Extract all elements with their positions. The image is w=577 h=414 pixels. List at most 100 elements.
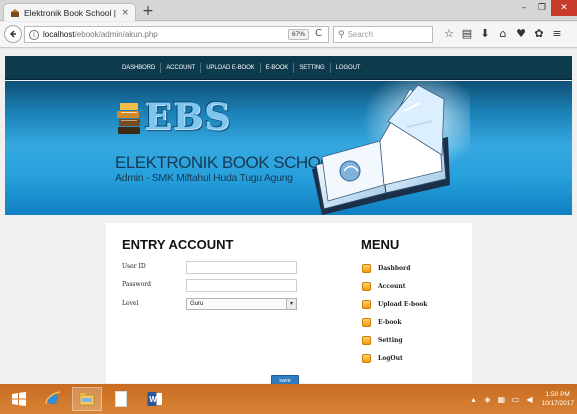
taskbar-ie[interactable] (38, 387, 68, 411)
menu-item-setting[interactable]: Setting (362, 335, 403, 346)
menu-item-label: Upload E-book (378, 300, 428, 308)
taskbar: W ▴ ◈ ▦ ▭ ◀ 1:50 PM 10/17/2017 (0, 384, 577, 414)
windows-logo-icon (12, 392, 26, 406)
logo-text: EBS (144, 96, 231, 138)
user-id-label: User ID (122, 263, 146, 270)
nav-ebook[interactable]: E-BOOK (259, 63, 294, 73)
level-label: Level (122, 300, 139, 307)
password-row: Password (122, 279, 302, 293)
browser-toolbar-icons: ☆ ▤ ⬇ ⌂ ♥ ✿ ≡ (442, 27, 564, 41)
menu-item-account[interactable]: Account (362, 281, 405, 292)
reading-list-icon[interactable]: ▤ (460, 27, 474, 41)
window-close-button[interactable]: ✕ (551, 0, 577, 16)
user-id-row: User ID (122, 261, 302, 275)
nav-upload-ebook[interactable]: UPLOAD E-BOOK (200, 63, 259, 73)
menu-bullet-icon (362, 264, 371, 273)
url-bar[interactable]: i localhost/ebook/admin/akun.php (24, 26, 329, 43)
page-viewport: DASHBORD ACCOUNT UPLOAD E-BOOK E-BOOK SE… (0, 49, 577, 384)
back-arrow-icon (9, 30, 16, 38)
url-path: /ebook/admin/akun.php (74, 30, 158, 39)
url-text: localhost/ebook/admin/akun.php (43, 30, 158, 39)
level-select[interactable]: Guru ▾ (186, 298, 297, 310)
menu-item-dashbord[interactable]: Dashbord (362, 263, 410, 274)
user-id-input[interactable] (186, 261, 297, 274)
entry-account-title: ENTRY ACCOUNT (122, 237, 234, 252)
search-placeholder: Search (347, 30, 373, 39)
password-label: Password (122, 281, 151, 288)
document-icon (115, 391, 127, 407)
menu-item-label: Setting (378, 336, 403, 344)
nav-logout[interactable]: LOGOUT (329, 63, 366, 73)
menu-bullet-icon (362, 318, 371, 327)
site-nav: DASHBORD ACCOUNT UPLOAD E-BOOK E-BOOK SE… (5, 56, 572, 80)
tray-volume-icon[interactable]: ◀ (524, 395, 534, 404)
browser-tab-strip: Elektronik Book School | e-b × + – ❐ ✕ (0, 0, 577, 21)
browser-tab[interactable]: Elektronik Book School | e-b × (3, 3, 136, 21)
window-minimize-button[interactable]: – (515, 0, 533, 16)
tray-battery-icon[interactable]: ▭ (510, 395, 520, 404)
tray-network-icon[interactable]: ▦ (496, 395, 506, 404)
nav-setting[interactable]: SETTING (293, 63, 329, 73)
home-icon[interactable]: ⌂ (496, 27, 510, 41)
taskbar-clock[interactable]: 1:50 PM 10/17/2017 (541, 390, 574, 408)
tab-close-icon[interactable]: × (121, 8, 129, 18)
url-host: localhost (43, 30, 75, 39)
search-icon: ⚲ (338, 29, 345, 40)
pocket-icon[interactable]: ♥ (514, 27, 528, 41)
menu-bullet-icon (362, 300, 371, 309)
menu-bullet-icon (362, 282, 371, 291)
nav-account[interactable]: ACCOUNT (160, 63, 200, 73)
taskbar-word[interactable]: W (140, 387, 170, 411)
bookmark-star-icon[interactable]: ☆ (442, 27, 456, 41)
browser-navbar: i localhost/ebook/admin/akun.php 67% C ⚲… (0, 22, 577, 48)
zoom-indicator[interactable]: 67% (288, 29, 310, 40)
svg-text:W: W (149, 395, 157, 404)
level-selected-value: Guru (190, 301, 204, 307)
tray-shield-icon[interactable]: ◈ (482, 395, 492, 404)
window-controls: – ❐ ✕ (515, 0, 577, 16)
nav-dashbord[interactable]: DASHBORD (117, 63, 160, 73)
brand-subtitle: Admin - SMK Miftahul Huda Tugu Agung (115, 172, 293, 184)
clock-date: 10/17/2017 (541, 400, 574, 407)
extension-icon[interactable]: ✿ (532, 27, 546, 41)
open-book-illustration (312, 81, 470, 215)
reload-icon[interactable]: C (315, 28, 322, 39)
tab-title: Elektronik Book School | e-b (24, 7, 117, 18)
book-stack-icon (117, 103, 140, 134)
menu-hamburger-icon[interactable]: ≡ (550, 27, 564, 41)
menu-item-upload-ebook[interactable]: Upload E-book (362, 299, 427, 310)
password-input[interactable] (186, 279, 297, 292)
site-logo: EBS (116, 95, 236, 143)
taskbar-document[interactable] (106, 387, 136, 411)
menu-item-label: Dashbord (378, 264, 411, 272)
menu-bullet-icon (362, 336, 371, 345)
search-input[interactable]: ⚲ Search (333, 26, 433, 43)
new-tab-button[interactable]: + (140, 3, 156, 19)
word-icon: W (147, 392, 162, 406)
internet-explorer-icon (45, 391, 61, 405)
file-explorer-icon (79, 393, 95, 406)
info-icon[interactable]: i (29, 29, 39, 40)
menu-item-logout[interactable]: LogOut (362, 353, 403, 364)
menu-item-label: LogOut (378, 354, 403, 362)
screen: Elektronik Book School | e-b × + – ❐ ✕ i… (0, 0, 577, 414)
clock-time: 1:50 PM (545, 391, 570, 398)
content-panel: ENTRY ACCOUNT User ID Password Level Gur… (106, 223, 472, 384)
menu-title: MENU (361, 237, 400, 252)
taskbar-file-explorer[interactable] (72, 387, 102, 411)
back-button[interactable] (4, 25, 22, 43)
download-icon[interactable]: ⬇ (478, 27, 492, 41)
start-button[interactable] (4, 387, 34, 411)
site-nav-items: DASHBORD ACCOUNT UPLOAD E-BOOK E-BOOK SE… (117, 56, 365, 80)
chevron-down-icon: ▾ (286, 299, 296, 309)
menu-bullet-icon (362, 354, 371, 363)
menu-item-label: Account (378, 282, 406, 290)
level-row: Level Guru ▾ (122, 298, 302, 312)
system-tray: ▴ ◈ ▦ ▭ ◀ 1:50 PM 10/17/2017 (468, 388, 574, 410)
menu-item-ebook[interactable]: E-book (362, 317, 402, 328)
save-button[interactable]: save (271, 375, 299, 384)
menu-item-label: E-book (378, 318, 402, 326)
window-maximize-button[interactable]: ❐ (533, 0, 551, 16)
site-banner: EBS ELEKTRONIK BOOK SCHOOL Admin - SMK M… (5, 81, 572, 215)
tray-chevron-up-icon[interactable]: ▴ (468, 395, 478, 404)
